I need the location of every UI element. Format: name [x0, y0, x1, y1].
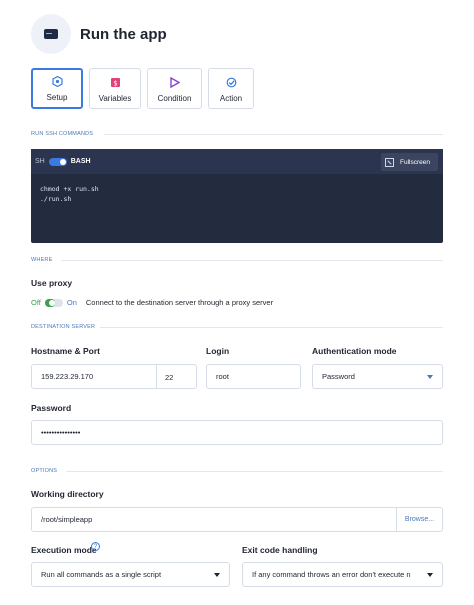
port-separator	[156, 365, 157, 388]
action-icon	[226, 77, 237, 88]
step-tabs: Setup $ Variables Condition Action	[31, 68, 254, 109]
login-input[interactable]: root	[206, 364, 301, 389]
code-editor-toolbar: SH BASH Fullscreen	[31, 149, 443, 174]
fullscreen-button[interactable]: Fullscreen	[381, 153, 438, 171]
tab-variables[interactable]: $ Variables	[89, 68, 141, 109]
execution-mode-label: Execution mode	[31, 545, 97, 555]
variables-icon: $	[110, 77, 121, 88]
section-divider	[100, 327, 443, 328]
bash-option-label: BASH	[70, 158, 91, 165]
exit-code-label: Exit code handling	[242, 545, 318, 555]
proxy-toggle-row: Off On Connect to the destination server…	[31, 298, 273, 307]
chevron-down-icon	[427, 573, 433, 577]
section-divider	[66, 471, 443, 472]
auth-mode-select[interactable]: Password	[312, 364, 443, 389]
section-divider	[61, 260, 443, 261]
code-content[interactable]: chmod +x run.sh ./run.sh	[40, 184, 99, 204]
browse-button[interactable]: Browse...	[396, 508, 442, 531]
section-label-commands: RUN SSH COMMANDS	[31, 131, 94, 137]
proxy-on-label: On	[66, 298, 77, 307]
code-line: ./run.sh	[40, 195, 72, 203]
proxy-description: Connect to the destination server throug…	[85, 298, 274, 307]
working-directory-label: Working directory	[31, 489, 104, 499]
terminal-app-icon	[31, 14, 71, 54]
chevron-down-icon	[427, 375, 433, 379]
shell-toggle[interactable]	[48, 157, 67, 166]
working-directory-input[interactable]: /root/simpleapp	[41, 515, 92, 524]
sh-option-label: SH	[35, 158, 45, 165]
working-directory-field: /root/simpleapp Browse...	[31, 507, 443, 532]
tab-setup[interactable]: Setup	[31, 68, 83, 109]
section-divider	[104, 134, 443, 135]
execution-mode-value: Run all commands as a single script	[41, 570, 162, 579]
help-icon[interactable]: ?	[91, 542, 100, 551]
exit-code-value: If any command throws an error don't exe…	[252, 570, 411, 579]
password-input[interactable]: •••••••••••••••	[31, 420, 443, 445]
code-line: chmod +x run.sh	[40, 185, 99, 193]
login-label: Login	[206, 346, 230, 356]
tab-setup-label: Setup	[46, 93, 68, 102]
setup-icon	[51, 76, 63, 87]
use-proxy-label: Use proxy	[31, 278, 73, 288]
tab-condition-label: Condition	[157, 94, 192, 103]
page-title: Run the app	[80, 25, 167, 43]
port-input[interactable]: 22	[165, 373, 173, 382]
tab-variables-label: Variables	[98, 94, 132, 103]
section-label-where: WHERE	[31, 257, 53, 263]
code-editor[interactable]: SH BASH Fullscreen chmod +x run.sh ./run…	[31, 149, 443, 243]
proxy-toggle[interactable]	[44, 298, 63, 307]
section-label-destination: DESTINATION SERVER	[31, 324, 96, 330]
tab-action[interactable]: Action	[208, 68, 254, 109]
hostname-port-label: Hostname & Port	[31, 346, 100, 356]
page-header: Run the app	[31, 14, 167, 54]
tab-condition[interactable]: Condition	[147, 68, 202, 109]
execution-mode-select[interactable]: Run all commands as a single script	[31, 562, 230, 587]
proxy-off-label: Off	[31, 298, 41, 307]
chevron-down-icon	[214, 573, 220, 577]
tab-action-label: Action	[219, 94, 243, 103]
hostname-input[interactable]: 159.223.29.170	[41, 372, 93, 381]
auth-mode-value: Password	[322, 372, 355, 381]
password-label: Password	[31, 403, 72, 413]
svg-text:$: $	[113, 79, 117, 87]
exit-code-select[interactable]: If any command throws an error don't exe…	[242, 562, 443, 587]
condition-icon	[169, 77, 180, 88]
fullscreen-button-label: Fullscreen	[400, 158, 430, 166]
fullscreen-icon	[385, 157, 394, 167]
auth-mode-label: Authentication mode	[312, 346, 397, 356]
section-label-options: OPTIONS	[31, 468, 58, 474]
hostname-port-field: 159.223.29.170 22	[31, 364, 197, 389]
